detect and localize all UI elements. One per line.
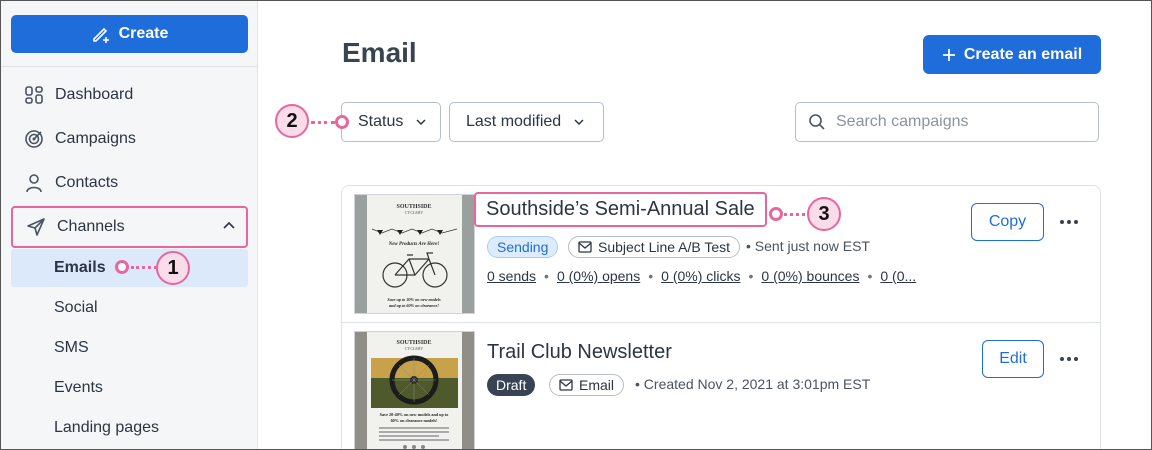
create-button[interactable]: Create	[11, 15, 248, 53]
thumbnail-art: SOUTHSIDE CYCLERY Save 20-40% on new mod…	[371, 340, 458, 449]
campaign-type-label: Subject Line A/B Test	[598, 239, 731, 255]
envelope-icon	[578, 241, 592, 253]
chevron-down-icon	[574, 119, 584, 126]
sidebar-subitem-emails[interactable]: Emails	[11, 249, 248, 287]
sidebar-item-label: Contacts	[55, 174, 119, 191]
campaign-type-label: Email	[579, 377, 615, 393]
send-icon	[25, 216, 47, 238]
pencil-plus-icon	[92, 27, 109, 43]
sidebar-subitem-events[interactable]: Events	[11, 369, 248, 407]
create-email-label: Create an email	[963, 45, 1083, 63]
sidebar-item-contacts[interactable]: Contacts	[11, 163, 248, 203]
status-filter-label: Status	[358, 113, 404, 130]
sidebar-item-channels[interactable]: Channels	[11, 206, 248, 248]
search-input[interactable]: Search campaigns	[795, 102, 1099, 142]
sidebar-item-label: Channels	[57, 218, 125, 235]
page-title: Email	[342, 37, 417, 68]
svg-text:Save 20-40% on new models and: Save 20-40% on new models and up to	[380, 412, 449, 417]
sidebar-subitem-label: Landing pages	[54, 419, 159, 436]
sidebar-subitem-label: SMS	[54, 339, 89, 356]
more-options-icon[interactable]	[1059, 349, 1079, 369]
separator-dot: •	[648, 268, 654, 284]
stat-sends[interactable]: 0 sends	[487, 268, 536, 284]
sidebar-item-label: Dashboard	[55, 86, 134, 103]
dashboard-icon	[23, 84, 45, 106]
last-modified-label: Last modified	[466, 113, 562, 130]
campaign-meta: • Sent just now EST	[746, 238, 870, 254]
thumb-sub: CYCLERY	[405, 346, 424, 351]
thumbnail-art: SOUTHSIDE CYCLERY New Products Are Here!…	[371, 204, 458, 308]
stat-bounces[interactable]: 0 (0%) bounces	[761, 268, 859, 284]
copy-button[interactable]: Copy	[971, 203, 1044, 241]
callout-pointer	[769, 207, 783, 221]
campaign-meta-text: Created Nov 2, 2021 at 3:01pm EST	[643, 376, 871, 392]
sidebar-item-label: Campaigns	[55, 130, 136, 147]
person-icon	[23, 172, 45, 194]
callout-leader	[311, 121, 335, 124]
callout-pointer	[115, 260, 129, 274]
sidebar-subitem-label: Social	[54, 299, 98, 316]
callout-badge: 2	[275, 104, 309, 138]
callout-leader	[131, 266, 157, 269]
sidebar-subitem-landing-pages[interactable]: Landing pages	[11, 409, 248, 447]
status-filter[interactable]: Status	[341, 102, 441, 142]
separator-dot: •	[746, 238, 755, 254]
email-thumbnail[interactable]: SOUTHSIDE CYCLERY Save 20-40% on new mod…	[354, 331, 475, 449]
separator-dot: •	[544, 268, 549, 284]
envelope-icon	[559, 379, 573, 391]
sidebar-subitem-social[interactable]: Social	[11, 289, 248, 327]
sidebar-subitem-sms[interactable]: SMS	[11, 329, 248, 367]
edit-button[interactable]: Edit	[982, 340, 1044, 378]
campaign-list: SOUTHSIDE CYCLERY New Products Are Here!…	[341, 185, 1101, 449]
thumb-headline: New Products Are Here!	[388, 242, 440, 247]
svg-text:Save up to 30% on new models: Save up to 30% on new models	[387, 297, 441, 302]
campaign-meta-text: Sent just now EST	[754, 238, 870, 254]
sidebar-divider	[1, 66, 257, 67]
create-label: Create	[118, 25, 169, 42]
target-icon	[23, 128, 45, 150]
chevron-down-icon	[416, 119, 426, 126]
status-badge: Draft	[487, 374, 536, 396]
search-placeholder: Search campaigns	[836, 113, 969, 130]
sidebar-item-campaigns[interactable]: Campaigns	[11, 119, 248, 159]
app-window: Create Dashboard Campaigns Contacts Chan…	[0, 0, 1152, 450]
sidebar-subitem-label: Emails	[54, 259, 106, 276]
plus-icon	[942, 48, 955, 61]
separator-dot: •	[748, 268, 754, 284]
callout-badge: 3	[807, 197, 841, 231]
separator-dot: •	[635, 376, 644, 392]
campaign-title[interactable]: Southside’s Semi-Annual Sale	[474, 192, 767, 227]
svg-text:and up to 60% on clearance!: and up to 60% on clearance!	[389, 303, 439, 308]
email-thumbnail[interactable]: SOUTHSIDE CYCLERY New Products Are Here!…	[354, 194, 475, 314]
stat-opens[interactable]: 0 (0%) opens	[557, 268, 640, 284]
last-modified-filter[interactable]: Last modified	[449, 102, 604, 142]
chevron-up-icon	[223, 221, 235, 229]
campaign-type-tag: Email	[549, 374, 625, 396]
more-options-icon[interactable]	[1059, 212, 1079, 232]
callout-pointer	[335, 115, 349, 129]
thumb-sub: CYCLERY	[405, 210, 424, 215]
svg-text:60% on clearance models!: 60% on clearance models!	[391, 418, 438, 423]
sidebar: Create Dashboard Campaigns Contacts Chan…	[1, 1, 258, 449]
campaign-type-tag: Subject Line A/B Test	[568, 236, 741, 258]
sidebar-item-dashboard[interactable]: Dashboard	[11, 75, 248, 115]
create-email-button[interactable]: Create an email	[923, 35, 1101, 74]
stat-truncated[interactable]: 0 (0...	[880, 268, 916, 284]
campaign-title[interactable]: Trail Club Newsletter	[487, 341, 672, 364]
stat-clicks[interactable]: 0 (0%) clicks	[661, 268, 740, 284]
search-icon	[809, 114, 825, 130]
sidebar-subitem-label: Events	[54, 379, 103, 396]
separator-dot: •	[867, 268, 873, 284]
row-divider	[342, 322, 1100, 323]
campaign-stats: 0 sends • 0 (0%) opens • 0 (0%) clicks •…	[487, 268, 916, 284]
status-badge: Sending	[487, 236, 559, 258]
callout-badge: 1	[156, 251, 190, 285]
campaign-meta: • Created Nov 2, 2021 at 3:01pm EST	[635, 376, 870, 392]
